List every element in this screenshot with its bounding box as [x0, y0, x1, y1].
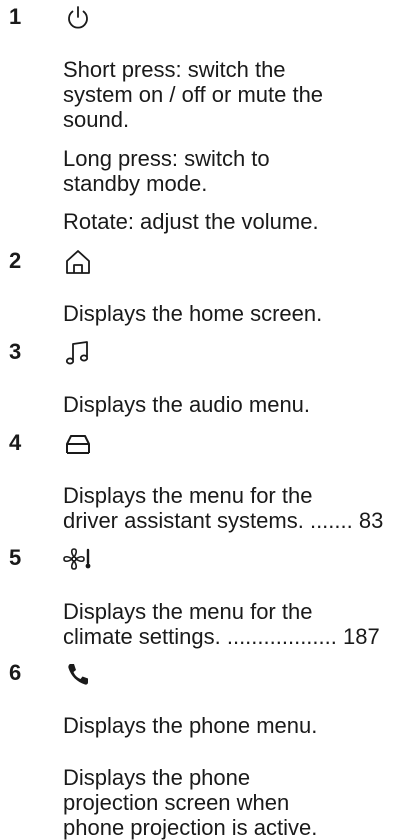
item-number-3: 3 — [9, 339, 22, 364]
entry-5-paragraph-1: Displays the menu for the climate settin… — [63, 599, 403, 649]
text-line: system on / off or mute the — [63, 82, 324, 107]
text-line: driver assistant systems. ....... 83 — [63, 508, 384, 533]
text-line: Rotate: adjust the volume. — [63, 209, 319, 234]
text-line: Displays the menu for the — [63, 483, 313, 508]
entry-1-paragraph-2: Long press: switch to standby mode. — [63, 146, 403, 196]
text-line: Displays the phone — [63, 765, 251, 790]
climate-fan-icon — [63, 544, 93, 574]
phone-icon — [63, 659, 93, 689]
entry-6-paragraph-1: Displays the phone menu. — [63, 713, 403, 738]
text-line: climate settings. .................. 187 — [63, 624, 380, 649]
car-icon — [63, 429, 93, 459]
entry-4-paragraph-1: Displays the menu for the driver assista… — [63, 483, 403, 533]
entry-3-paragraph-1: Displays the audio menu. — [63, 392, 403, 417]
text-line: standby mode. — [63, 171, 208, 196]
text-line: Displays the phone menu. — [63, 713, 318, 738]
music-note-icon — [63, 338, 93, 368]
entry-6-paragraph-2: Displays the phone projection screen whe… — [63, 765, 403, 840]
text-line: Short press: switch the — [63, 57, 286, 82]
text-line: Displays the menu for the — [63, 599, 313, 624]
entry-2-paragraph-1: Displays the home screen. — [63, 301, 403, 326]
power-icon — [63, 3, 93, 33]
text-line: projection screen when — [63, 790, 290, 815]
home-icon — [63, 247, 93, 277]
item-number-5: 5 — [9, 545, 22, 570]
item-number-6: 6 — [9, 660, 22, 685]
text-line: Long press: switch to — [63, 146, 270, 171]
text-line: Displays the audio menu. — [63, 392, 311, 417]
entry-1-paragraph-3: Rotate: adjust the volume. — [63, 209, 403, 234]
entry-1-paragraph-1: Short press: switch the system on / off … — [63, 57, 403, 132]
text-line: sound. — [63, 107, 130, 132]
item-number-2: 2 — [9, 248, 22, 273]
text-line: phone projection is active. — [63, 815, 318, 840]
item-number-1: 1 — [9, 4, 22, 29]
item-number-4: 4 — [9, 430, 22, 455]
text-line: Displays the home screen. — [63, 301, 323, 326]
